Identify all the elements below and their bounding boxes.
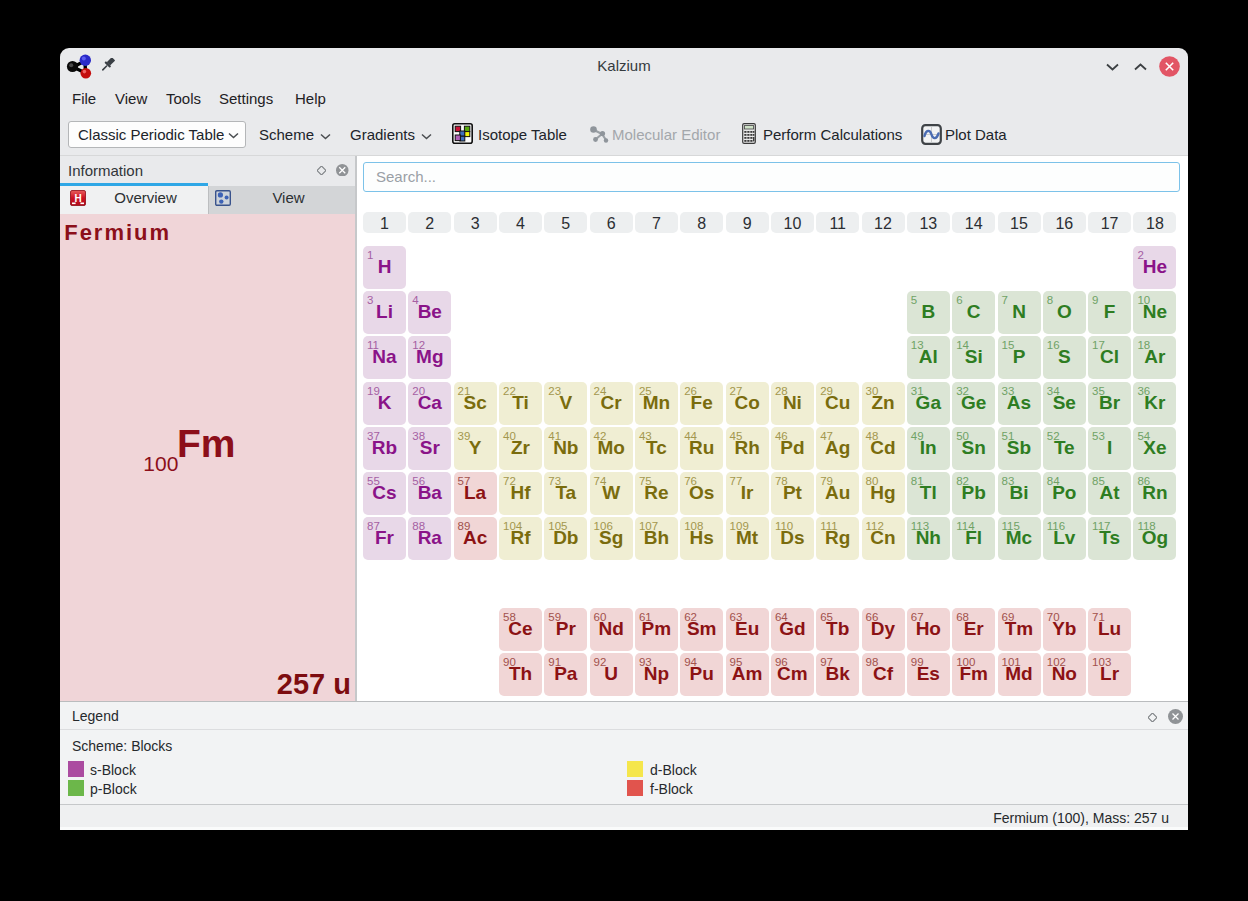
svg-text:H: H (74, 193, 81, 204)
